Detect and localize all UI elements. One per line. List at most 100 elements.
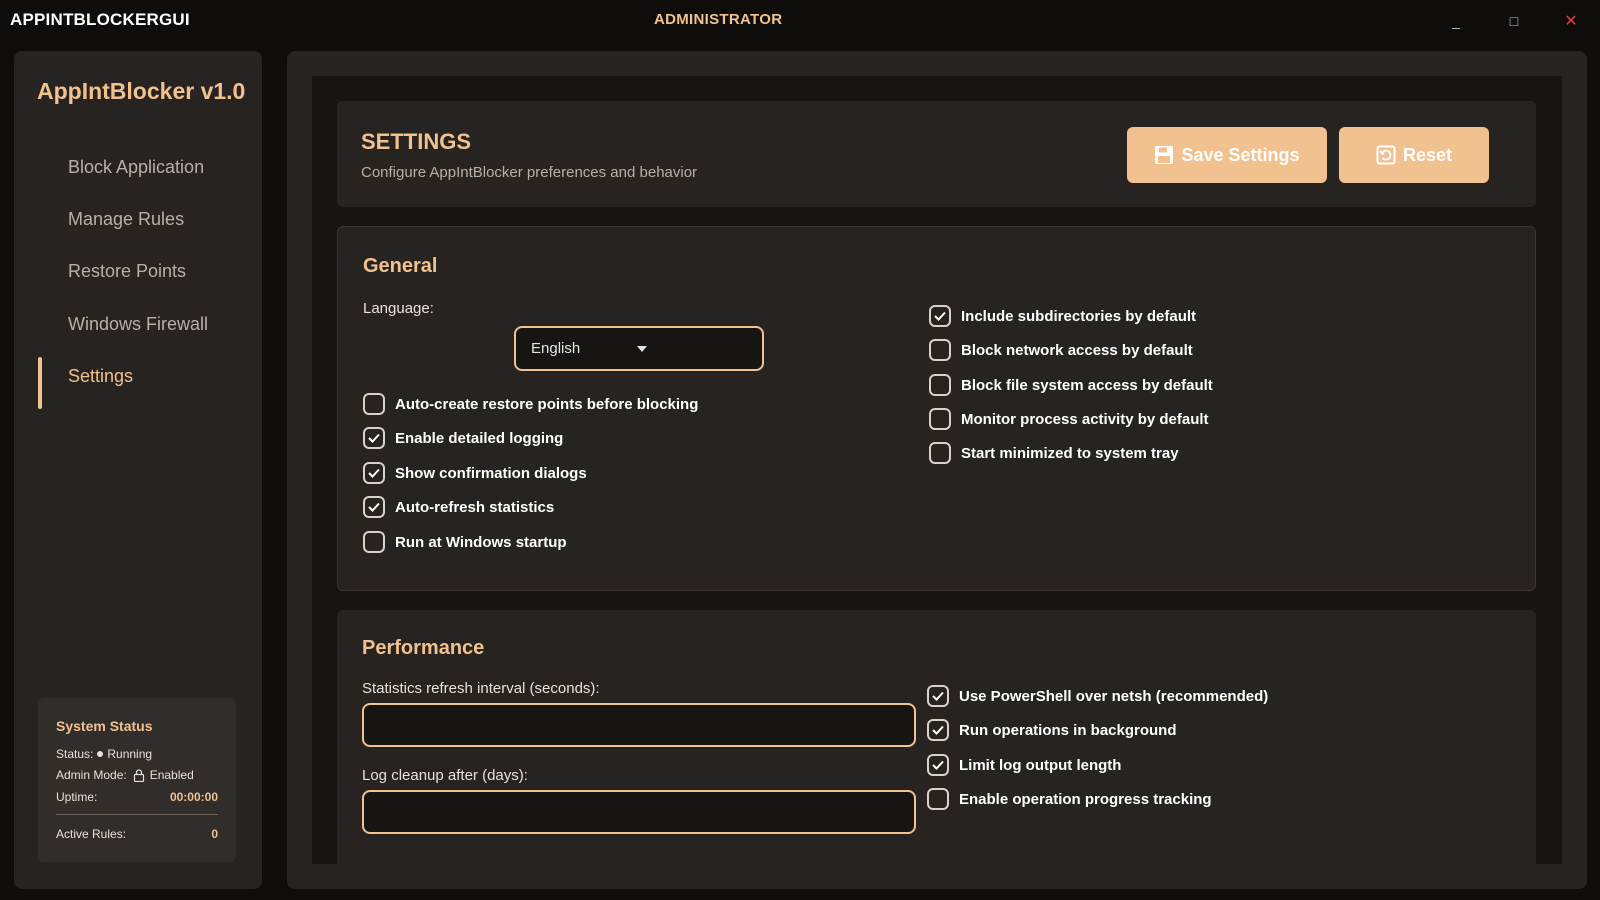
checkmark-icon bbox=[932, 691, 944, 701]
reset-button[interactable]: Reset bbox=[1339, 127, 1489, 183]
status-label: Status: bbox=[56, 747, 94, 761]
checkbox-run-at-startup[interactable]: Run at Windows startup bbox=[363, 529, 567, 555]
log-cleanup-label: Log cleanup after (days): bbox=[362, 767, 528, 784]
save-settings-label: Save Settings bbox=[1181, 144, 1300, 165]
checkmark-icon bbox=[368, 433, 380, 443]
app-brand: AppIntBlocker v1.0 bbox=[37, 78, 246, 104]
checkbox-box[interactable] bbox=[363, 496, 385, 518]
checkbox-box[interactable] bbox=[927, 685, 949, 707]
minimize-button[interactable]: _ bbox=[1441, 8, 1471, 34]
minimize-icon: _ bbox=[1452, 13, 1460, 29]
close-icon: ✕ bbox=[1564, 13, 1578, 30]
checkbox-label: Run at Windows startup bbox=[395, 533, 567, 551]
sidebar: AppIntBlocker v1.0 Block Application Man… bbox=[14, 51, 262, 889]
language-select[interactable]: English bbox=[514, 326, 764, 371]
close-button[interactable]: ✕ bbox=[1556, 8, 1586, 34]
checkbox-box[interactable] bbox=[929, 305, 951, 327]
settings-header: SETTINGS Configure AppIntBlocker prefere… bbox=[337, 101, 1536, 207]
sidebar-item-block-application[interactable]: Block Application bbox=[38, 148, 238, 186]
language-label: Language: bbox=[363, 300, 434, 317]
checkbox-detailed-logging[interactable]: Enable detailed logging bbox=[363, 425, 563, 451]
active-rules-label: Active Rules: bbox=[56, 827, 127, 841]
system-status-panel: System Status Status: Running Admin Mode… bbox=[38, 698, 236, 862]
checkbox-label: Block file system access by default bbox=[961, 376, 1213, 394]
checkbox-box[interactable] bbox=[363, 427, 385, 449]
checkbox-run-background[interactable]: Run operations in background bbox=[927, 717, 1177, 743]
admin-mode-value: Enabled bbox=[149, 768, 194, 782]
sidebar-item-label: Block Application bbox=[68, 156, 205, 177]
lock-icon bbox=[133, 768, 144, 782]
checkbox-label: Monitor process activity by default bbox=[961, 410, 1209, 428]
status-dot-icon bbox=[97, 751, 104, 757]
checkmark-icon bbox=[932, 725, 944, 735]
page-subtitle: Configure AppIntBlocker preferences and … bbox=[361, 164, 698, 181]
checkbox-label: Block network access by default bbox=[961, 341, 1193, 359]
sidebar-item-label: Settings bbox=[68, 365, 134, 386]
checkbox-include-subdirectories[interactable]: Include subdirectories by default bbox=[929, 303, 1196, 329]
system-status-title: System Status bbox=[56, 718, 153, 734]
active-rules-row: Active Rules: 0 bbox=[56, 825, 218, 843]
sidebar-item-manage-rules[interactable]: Manage Rules bbox=[38, 200, 238, 238]
sidebar-item-settings[interactable]: Settings bbox=[38, 357, 238, 409]
maximize-button[interactable]: □ bbox=[1499, 8, 1529, 34]
app-window: APPINTBLOCKERGUI ADMINISTRATOR _ □ ✕ App… bbox=[0, 0, 1600, 900]
refresh-interval-input[interactable] bbox=[362, 703, 916, 747]
checkbox-label: Limit log output length bbox=[959, 756, 1122, 774]
checkbox-label: Run operations in background bbox=[959, 721, 1177, 739]
checkbox-label: Enable detailed logging bbox=[395, 429, 564, 447]
checkbox-confirmation-dialogs[interactable]: Show confirmation dialogs bbox=[363, 460, 587, 486]
sidebar-item-label: Restore Points bbox=[68, 260, 187, 281]
save-settings-button[interactable]: Save Settings bbox=[1127, 127, 1327, 183]
page-title: SETTINGS bbox=[361, 129, 472, 154]
checkbox-box[interactable] bbox=[929, 442, 951, 464]
performance-section: Performance Statistics refresh interval … bbox=[337, 610, 1536, 864]
checkmark-icon bbox=[368, 468, 380, 478]
checkbox-limit-log-output[interactable]: Limit log output length bbox=[927, 752, 1121, 778]
admin-mode-label: Admin Mode: bbox=[56, 768, 127, 782]
general-section: General Language: English Auto-create re… bbox=[337, 226, 1536, 591]
admin-mode-row: Admin Mode: Enabled bbox=[56, 766, 218, 784]
checkbox-progress-tracking[interactable]: Enable operation progress tracking bbox=[927, 786, 1212, 812]
status-divider bbox=[56, 814, 218, 815]
chevron-down-icon bbox=[637, 346, 647, 352]
checkbox-box[interactable] bbox=[927, 754, 949, 776]
admin-caption: ADMINISTRATOR bbox=[654, 11, 783, 28]
status-row: Status: Running bbox=[56, 745, 218, 763]
checkbox-box[interactable] bbox=[929, 408, 951, 430]
uptime-row: Uptime: 00:00:00 bbox=[56, 788, 218, 806]
checkbox-start-minimized[interactable]: Start minimized to system tray bbox=[929, 440, 1179, 466]
sidebar-item-restore-points[interactable]: Restore Points bbox=[38, 252, 238, 290]
status-value: Running bbox=[107, 747, 153, 761]
checkbox-use-powershell[interactable]: Use PowerShell over netsh (recommended) bbox=[927, 683, 1268, 709]
checkbox-box[interactable] bbox=[927, 788, 949, 810]
checkbox-label: Show confirmation dialogs bbox=[395, 464, 587, 482]
checkbox-label: Enable operation progress tracking bbox=[959, 790, 1212, 808]
checkbox-block-network[interactable]: Block network access by default bbox=[929, 337, 1193, 363]
checkmark-icon bbox=[932, 760, 944, 770]
uptime-label: Uptime: bbox=[56, 790, 98, 804]
main-panel: SETTINGS Configure AppIntBlocker prefere… bbox=[287, 51, 1587, 889]
checkbox-box[interactable] bbox=[929, 339, 951, 361]
checkbox-label: Start minimized to system tray bbox=[961, 444, 1179, 462]
title-bar: APPINTBLOCKERGUI ADMINISTRATOR _ □ ✕ bbox=[0, 0, 1600, 40]
checkbox-box[interactable] bbox=[363, 462, 385, 484]
checkbox-auto-restore-points[interactable]: Auto-create restore points before blocki… bbox=[363, 391, 698, 417]
checkbox-box[interactable] bbox=[363, 531, 385, 553]
save-icon bbox=[1155, 146, 1174, 164]
checkbox-auto-refresh[interactable]: Auto-refresh statistics bbox=[363, 494, 554, 520]
checkbox-box[interactable] bbox=[363, 393, 385, 415]
reset-icon bbox=[1376, 145, 1396, 165]
checkbox-box[interactable] bbox=[927, 719, 949, 741]
checkbox-label: Auto-create restore points before blocki… bbox=[395, 395, 699, 413]
sidebar-item-windows-firewall[interactable]: Windows Firewall bbox=[38, 305, 238, 343]
checkbox-block-file-system[interactable]: Block file system access by default bbox=[929, 372, 1213, 398]
reset-label: Reset bbox=[1402, 144, 1453, 165]
checkbox-label: Use PowerShell over netsh (recommended) bbox=[959, 687, 1269, 705]
maximize-icon: □ bbox=[1509, 13, 1519, 29]
checkbox-monitor-process[interactable]: Monitor process activity by default bbox=[929, 406, 1209, 432]
uptime-value: 00:00:00 bbox=[169, 790, 218, 804]
language-value: English bbox=[531, 340, 581, 357]
settings-scroll-area[interactable]: SETTINGS Configure AppIntBlocker prefere… bbox=[312, 76, 1562, 864]
checkbox-box[interactable] bbox=[929, 374, 951, 396]
log-cleanup-input[interactable] bbox=[362, 790, 916, 834]
